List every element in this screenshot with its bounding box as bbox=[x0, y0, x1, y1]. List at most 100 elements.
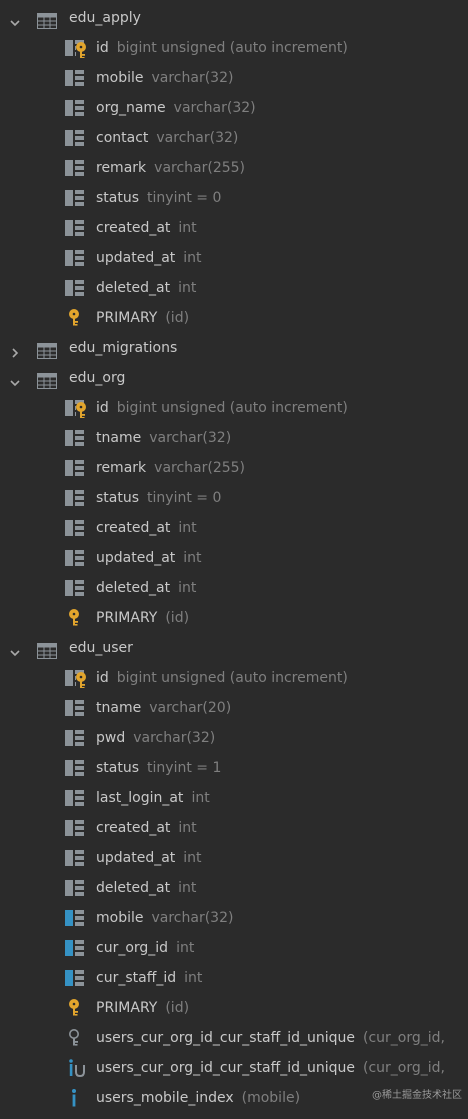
column-item[interactable]: mobile varchar(32) bbox=[0, 903, 468, 933]
index-item[interactable]: PRIMARY (id) bbox=[0, 993, 468, 1023]
column-icon bbox=[64, 488, 88, 508]
column-icon bbox=[64, 188, 88, 208]
item-name: created_at bbox=[96, 520, 171, 536]
item-text: mobile varchar(32) bbox=[96, 63, 233, 93]
item-type: varchar(20) bbox=[149, 700, 232, 716]
item-text: users_cur_org_id_cur_staff_id_unique (cur… bbox=[96, 1053, 445, 1083]
chevron-down-icon[interactable] bbox=[8, 371, 22, 387]
column-item[interactable]: updated_at int bbox=[0, 543, 468, 573]
item-text: PRIMARY (id) bbox=[96, 303, 189, 333]
item-type: bigint unsigned (auto increment) bbox=[116, 40, 348, 56]
chevron-down-icon[interactable] bbox=[8, 11, 22, 27]
item-type: bigint unsigned (auto increment) bbox=[116, 400, 348, 416]
table-icon bbox=[37, 10, 57, 29]
item-name: tname bbox=[96, 430, 142, 446]
primary-key-column-icon bbox=[64, 398, 88, 419]
column-icon bbox=[64, 728, 88, 748]
column-item[interactable]: mobile varchar(32) bbox=[0, 63, 468, 93]
index-item[interactable]: users_cur_org_id_cur_staff_id_unique (cur… bbox=[0, 1053, 468, 1083]
column-item[interactable]: cur_staff_id int bbox=[0, 963, 468, 993]
item-name: PRIMARY bbox=[96, 310, 158, 326]
item-type: (mobile) bbox=[241, 1090, 301, 1106]
item-name: remark bbox=[96, 160, 147, 176]
table-node-edu-user[interactable]: edu_user bbox=[0, 633, 468, 663]
table-name: edu_org bbox=[69, 370, 126, 386]
column-item[interactable]: updated_at int bbox=[0, 843, 468, 873]
item-type: int bbox=[178, 220, 197, 236]
item-text: mobile varchar(32) bbox=[96, 903, 233, 933]
item-text: deleted_at int bbox=[96, 273, 196, 303]
column-item[interactable]: id bigint unsigned (auto increment) bbox=[0, 663, 468, 693]
column-icon bbox=[64, 758, 88, 778]
column-item[interactable]: remark varchar(255) bbox=[0, 453, 468, 483]
column-item[interactable]: id bigint unsigned (auto increment) bbox=[0, 33, 468, 63]
item-text: cur_staff_id int bbox=[96, 963, 202, 993]
column-item[interactable]: last_login_at int bbox=[0, 783, 468, 813]
item-type: int bbox=[176, 940, 195, 956]
column-icon bbox=[64, 698, 88, 718]
item-type: tinyint = 0 bbox=[147, 490, 222, 506]
column-item[interactable]: tname varchar(32) bbox=[0, 423, 468, 453]
index-item[interactable]: users_cur_org_id_cur_staff_id_unique (cur… bbox=[0, 1023, 468, 1053]
item-type: int bbox=[183, 250, 202, 266]
item-name: created_at bbox=[96, 820, 171, 836]
item-name: status bbox=[96, 490, 140, 506]
item-type: bigint unsigned (auto increment) bbox=[116, 670, 348, 686]
item-text: tname varchar(20) bbox=[96, 693, 231, 723]
indexed-column-icon bbox=[64, 968, 88, 988]
column-item[interactable]: deleted_at int bbox=[0, 273, 468, 303]
item-type: varchar(32) bbox=[156, 130, 239, 146]
chevron-down-icon[interactable] bbox=[8, 641, 22, 657]
item-text: id bigint unsigned (auto increment) bbox=[96, 663, 348, 693]
column-item[interactable]: status tinyint = 0 bbox=[0, 183, 468, 213]
item-text: updated_at int bbox=[96, 243, 202, 273]
index-item[interactable]: PRIMARY (id) bbox=[0, 603, 468, 633]
item-text: cur_org_id int bbox=[96, 933, 194, 963]
column-icon bbox=[64, 68, 88, 88]
column-item[interactable]: deleted_at int bbox=[0, 573, 468, 603]
column-item[interactable]: created_at int bbox=[0, 813, 468, 843]
unique-key-icon bbox=[64, 1028, 88, 1048]
table-icon bbox=[37, 370, 57, 389]
item-name: status bbox=[96, 760, 140, 776]
column-item[interactable]: org_name varchar(32) bbox=[0, 93, 468, 123]
item-name: PRIMARY bbox=[96, 1000, 158, 1016]
item-type: int bbox=[184, 970, 203, 986]
column-icon bbox=[64, 428, 88, 448]
column-item[interactable]: id bigint unsigned (auto increment) bbox=[0, 393, 468, 423]
item-name: status bbox=[96, 190, 140, 206]
column-item[interactable]: cur_org_id int bbox=[0, 933, 468, 963]
item-text: id bigint unsigned (auto increment) bbox=[96, 393, 348, 423]
item-name: deleted_at bbox=[96, 280, 171, 296]
item-type: varchar(32) bbox=[151, 910, 234, 926]
column-item[interactable]: status tinyint = 1 bbox=[0, 753, 468, 783]
column-item[interactable]: contact varchar(32) bbox=[0, 123, 468, 153]
column-item[interactable]: deleted_at int bbox=[0, 873, 468, 903]
column-item[interactable]: updated_at int bbox=[0, 243, 468, 273]
item-text: updated_at int bbox=[96, 543, 202, 573]
column-item[interactable]: created_at int bbox=[0, 213, 468, 243]
column-item[interactable]: status tinyint = 0 bbox=[0, 483, 468, 513]
item-name: id bbox=[96, 670, 109, 686]
table-node-edu-apply[interactable]: edu_apply bbox=[0, 3, 468, 33]
item-text: status tinyint = 0 bbox=[96, 183, 221, 213]
column-item[interactable]: pwd varchar(32) bbox=[0, 723, 468, 753]
column-icon bbox=[64, 878, 88, 898]
primary-key-column-icon bbox=[64, 38, 88, 59]
primary-key-column-icon bbox=[64, 668, 88, 689]
column-item[interactable]: created_at int bbox=[0, 513, 468, 543]
unique-index-icon bbox=[64, 1058, 88, 1078]
table-node-edu-org[interactable]: edu_org bbox=[0, 363, 468, 393]
item-type: tinyint = 0 bbox=[147, 190, 222, 206]
index-item[interactable]: PRIMARY (id) bbox=[0, 303, 468, 333]
table-node-edu-migrations[interactable]: edu_migrations bbox=[0, 333, 468, 363]
chevron-right-icon[interactable] bbox=[8, 341, 22, 358]
database-tree: edu_applyid bigint unsigned (auto increme… bbox=[0, 3, 468, 1113]
item-type: tinyint = 1 bbox=[147, 760, 222, 776]
item-name: users_mobile_index bbox=[96, 1090, 234, 1106]
column-item[interactable]: remark varchar(255) bbox=[0, 153, 468, 183]
table-name: edu_migrations bbox=[69, 340, 178, 356]
column-item[interactable]: tname varchar(20) bbox=[0, 693, 468, 723]
item-name: updated_at bbox=[96, 850, 176, 866]
item-text: created_at int bbox=[96, 813, 197, 843]
